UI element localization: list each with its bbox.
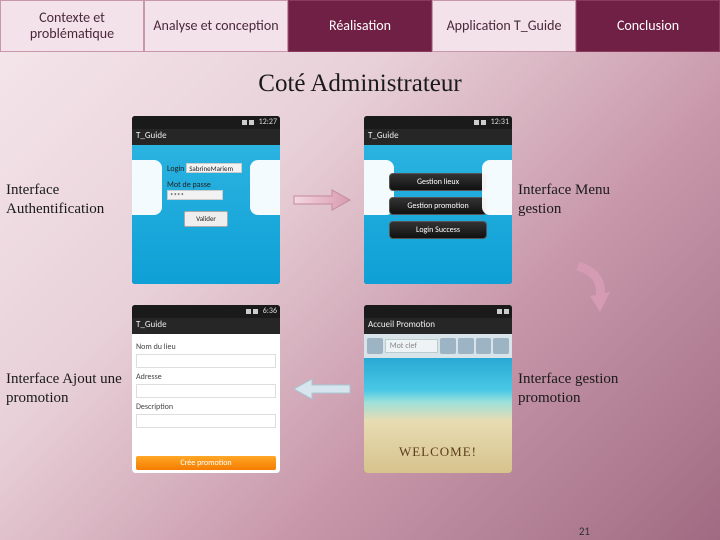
app-header: T_Guide [364,129,512,145]
f-nom: Nom du lieu [136,342,276,352]
f-adresse: Adresse [136,372,276,382]
f-desc: Description [136,402,276,412]
search-input[interactable]: Mot clef [385,339,438,353]
tool-icon[interactable] [440,338,456,354]
label-menu: Interface Menu gestion [518,181,644,219]
phone-auth: 12:27 T_Guide Login SabrineMariem Mot de… [132,116,280,284]
page-number: 21 [579,525,590,538]
app-header: Accueil Promotion [364,318,512,334]
phone-menu: 12:31 T_Guide Gestion lieux Gestion prom… [364,116,512,284]
tab-conclusion[interactable]: Conclusion [576,0,720,52]
valider-button[interactable]: Valider [184,211,228,227]
tabs: Contexte et problématique Analyse et con… [0,0,720,52]
tab-application[interactable]: Application T_Guide [432,0,576,52]
page-title: Coté Administrateur [0,70,720,98]
phone-ajout: 6:36 T_Guide Nom du lieu Adresse Descrip… [132,305,280,473]
arrow-curved-icon [570,262,610,314]
btn-login-success[interactable]: Login Success [389,221,487,239]
tool-icon[interactable] [367,338,383,354]
tab-contexte[interactable]: Contexte et problématique [0,0,144,52]
label-ajout: Interface Ajout une promotion [0,370,126,408]
btn-lieux[interactable]: Gestion lieux [389,173,487,191]
row-bottom: Interface Ajout une promotion 6:36 T_Gui… [0,301,720,476]
tab-realisation[interactable]: Réalisation [288,0,432,52]
app-header: T_Guide [132,129,280,145]
time: 6:36 [263,306,277,316]
row-top: Interface Authentification 12:27 T_Guide… [0,112,720,287]
tool-icon[interactable] [493,338,509,354]
welcome-text: WELCOME! [364,444,512,460]
input-desc[interactable] [136,414,276,428]
label-gestpromo: Interface gestion promotion [518,370,644,408]
app-header: T_Guide [132,318,280,334]
input-nom[interactable] [136,354,276,368]
tool-icon[interactable] [458,338,474,354]
arrow-left-icon [292,377,352,401]
time: 12:27 [259,117,277,127]
btn-promo[interactable]: Gestion promotion [389,197,487,215]
label-auth: Interface Authentification [0,181,126,219]
login-label: Login [167,164,184,174]
pass-input[interactable]: **** [167,190,223,200]
pass-label: Mot de passe [167,180,211,190]
toolbar: Mot clef [364,334,512,358]
btn-cree[interactable]: Crée promotion [136,456,276,470]
arrow-right-icon [292,188,352,212]
phone-gestpromo: Accueil Promotion Mot clef WELCOME! [364,305,512,473]
tab-analyse[interactable]: Analyse et conception [144,0,288,52]
time: 12:31 [491,117,509,127]
input-adresse[interactable] [136,384,276,398]
login-input[interactable]: SabrineMariem [186,163,242,173]
tool-icon[interactable] [476,338,492,354]
